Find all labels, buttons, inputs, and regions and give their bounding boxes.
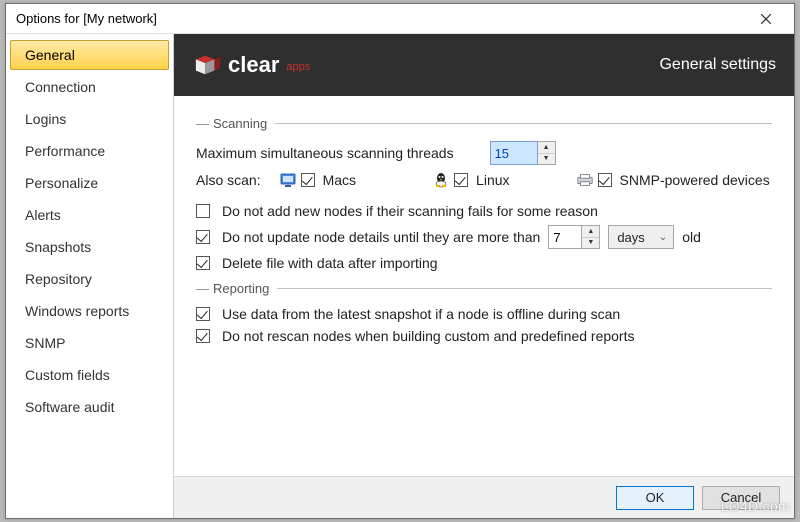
window-title: Options for [My network] xyxy=(16,11,746,26)
sidebar-item-connection[interactable]: Connection xyxy=(10,72,169,102)
row-also-scan: Also scan: Macs xyxy=(196,171,772,189)
delete-after-import-label: Delete file with data after importing xyxy=(222,255,438,271)
sidebar-item-logins[interactable]: Logins xyxy=(10,104,169,134)
sidebar: General Connection Logins Performance Pe… xyxy=(6,34,174,518)
no-update-until-label-after: old xyxy=(682,229,701,245)
ok-button[interactable]: OK xyxy=(616,486,694,510)
brand-text-main: clear xyxy=(228,52,279,78)
max-threads-input[interactable] xyxy=(490,141,538,165)
sidebar-item-alerts[interactable]: Alerts xyxy=(10,200,169,230)
sidebar-item-custom-fields[interactable]: Custom fields xyxy=(10,360,169,390)
sidebar-item-windows-reports[interactable]: Windows reports xyxy=(10,296,169,326)
macs-checkbox[interactable] xyxy=(301,173,315,187)
spinner-down-button[interactable]: ▼ xyxy=(582,238,599,249)
snmp-checkbox[interactable] xyxy=(598,173,612,187)
linux-label: Linux xyxy=(476,172,509,188)
sidebar-item-label: Snapshots xyxy=(25,239,91,255)
sidebar-item-label: Connection xyxy=(25,79,96,95)
also-scan-label: Also scan: xyxy=(196,172,261,188)
brand-logo: clear apps xyxy=(192,52,659,78)
sidebar-item-software-audit[interactable]: Software audit xyxy=(10,392,169,422)
sidebar-item-label: Repository xyxy=(25,271,92,287)
sidebar-item-snapshots[interactable]: Snapshots xyxy=(10,232,169,262)
group-scanning-label: Scanning xyxy=(213,116,267,131)
linux-checkbox[interactable] xyxy=(454,173,468,187)
no-add-failed-label: Do not add new nodes if their scanning f… xyxy=(222,203,598,219)
page-title: General settings xyxy=(659,56,776,74)
sidebar-item-label: General xyxy=(25,47,75,63)
sidebar-item-snmp[interactable]: SNMP xyxy=(10,328,169,358)
header-band: clear apps General settings xyxy=(174,34,794,96)
no-update-value-input[interactable] xyxy=(548,225,582,249)
no-rescan-reports-label: Do not rescan nodes when building custom… xyxy=(222,328,634,344)
sidebar-item-performance[interactable]: Performance xyxy=(10,136,169,166)
spinner-down-button[interactable]: ▼ xyxy=(538,154,555,165)
no-update-unit-dropdown[interactable]: days ⌄ xyxy=(608,225,674,249)
options-window: Options for [My network] General Connect… xyxy=(5,3,795,519)
row-no-rescan-reports: Do not rescan nodes when building custom… xyxy=(196,328,772,344)
row-max-threads: Maximum simultaneous scanning threads ▲ … xyxy=(196,141,772,165)
spinner-up-button[interactable]: ▲ xyxy=(582,226,599,238)
sidebar-item-label: Logins xyxy=(25,111,66,127)
row-use-latest-snapshot: Use data from the latest snapshot if a n… xyxy=(196,306,772,322)
no-rescan-reports-checkbox[interactable] xyxy=(196,329,210,343)
use-latest-snapshot-checkbox[interactable] xyxy=(196,307,210,321)
max-threads-label: Maximum simultaneous scanning threads xyxy=(196,145,454,161)
use-latest-snapshot-label: Use data from the latest snapshot if a n… xyxy=(222,306,620,322)
snmp-label: SNMP-powered devices xyxy=(620,172,770,188)
no-update-until-label-before: Do not update node details until they ar… xyxy=(222,229,540,245)
main-pane: clear apps General settings — Scanning Ma… xyxy=(174,34,794,518)
no-update-unit-value: days xyxy=(617,230,644,245)
sidebar-item-label: Custom fields xyxy=(25,367,110,383)
no-add-failed-checkbox[interactable] xyxy=(196,204,210,218)
sidebar-item-label: Windows reports xyxy=(25,303,129,319)
close-button[interactable] xyxy=(746,5,786,33)
sidebar-item-repository[interactable]: Repository xyxy=(10,264,169,294)
titlebar: Options for [My network] xyxy=(6,4,794,34)
no-update-until-checkbox[interactable] xyxy=(196,230,210,244)
max-threads-spinner[interactable]: ▲ ▼ xyxy=(490,141,556,165)
chevron-down-icon: ⌄ xyxy=(659,232,667,243)
close-icon xyxy=(761,14,771,24)
mac-icon xyxy=(279,171,297,189)
delete-after-import-checkbox[interactable] xyxy=(196,256,210,270)
no-update-value-spinner[interactable]: ▲ ▼ xyxy=(548,225,600,249)
sidebar-item-label: Alerts xyxy=(25,207,61,223)
sidebar-item-general[interactable]: General xyxy=(10,40,169,70)
macs-label: Macs xyxy=(323,172,356,188)
button-bar: OK Cancel xyxy=(174,476,794,518)
brand-text-sub: apps xyxy=(286,61,310,73)
spinner-up-button[interactable]: ▲ xyxy=(538,142,555,154)
sidebar-item-label: SNMP xyxy=(25,335,65,351)
group-reporting: — Reporting xyxy=(196,281,772,296)
printer-icon xyxy=(576,171,594,189)
window-body: General Connection Logins Performance Pe… xyxy=(6,34,794,518)
sidebar-item-label: Performance xyxy=(25,143,105,159)
sidebar-item-label: Software audit xyxy=(25,399,115,415)
cancel-button[interactable]: Cancel xyxy=(702,486,780,510)
row-no-add-failed: Do not add new nodes if their scanning f… xyxy=(196,203,772,219)
group-reporting-label: Reporting xyxy=(213,281,269,296)
linux-icon xyxy=(432,171,450,189)
sidebar-item-label: Personalize xyxy=(25,175,98,191)
content-area: — Scanning Maximum simultaneous scanning… xyxy=(174,96,794,476)
sidebar-item-personalize[interactable]: Personalize xyxy=(10,168,169,198)
group-scanning: — Scanning xyxy=(196,116,772,131)
row-delete-after-import: Delete file with data after importing xyxy=(196,255,772,271)
cube-icon xyxy=(192,52,222,78)
row-no-update-until: Do not update node details until they ar… xyxy=(196,225,772,249)
